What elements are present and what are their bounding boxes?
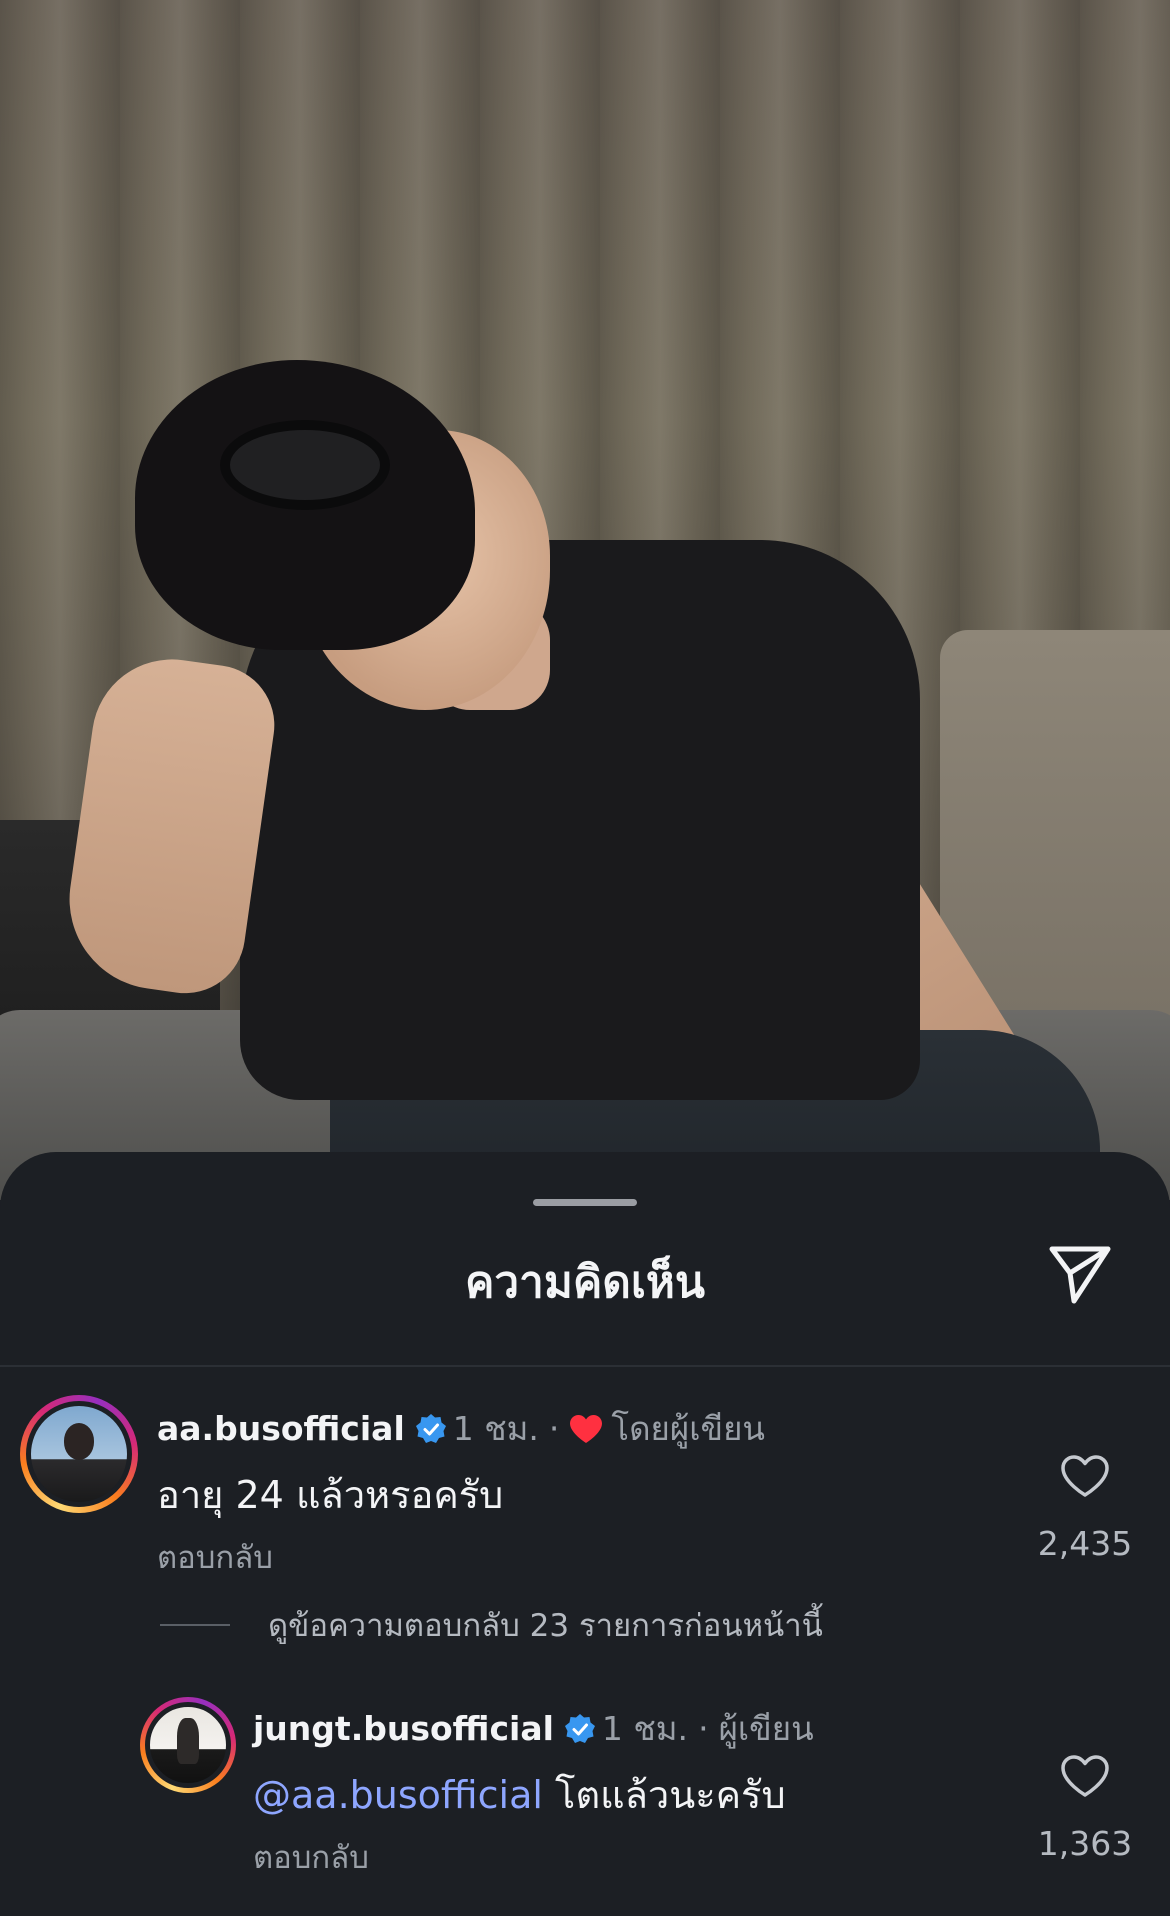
header-divider [0, 1365, 1170, 1367]
replies-thread-line [160, 1624, 230, 1626]
comments-sheet: ความคิดเห็น aa.busofficial 1 ชม. · โดยผู… [0, 1152, 1170, 1916]
like-count: 1,363 [1037, 1824, 1133, 1863]
view-previous-replies-button[interactable]: ดูข้อความตอบกลับ 23 รายการก่อนหน้านี้ [160, 1600, 823, 1650]
comment-meta: aa.busofficial 1 ชม. · โดยผู้เขียน [157, 1402, 765, 1455]
send-paper-plane-icon [1046, 1239, 1114, 1311]
comment-text: อายุ 24 แล้วหรอครับ [157, 1473, 504, 1517]
mention-link[interactable]: @aa.busofficial [253, 1773, 543, 1817]
drag-handle[interactable] [533, 1199, 637, 1206]
verified-badge-icon [564, 1713, 596, 1745]
reply-body: โตแล้วนะครับ [555, 1773, 786, 1817]
avatar-image [26, 1401, 132, 1507]
like-column: 1,363 [1025, 1754, 1145, 1863]
avatar[interactable] [140, 1697, 236, 1793]
like-column: 2,435 [1025, 1454, 1145, 1563]
reply-username[interactable]: jungt.busofficial [253, 1709, 554, 1748]
heart-outline-icon[interactable] [1025, 1454, 1145, 1502]
share-button[interactable] [1045, 1240, 1115, 1310]
post-photo [0, 0, 1170, 1200]
comment-username[interactable]: aa.busofficial [157, 1409, 405, 1448]
photo-sunglasses [220, 420, 390, 510]
reply-button[interactable]: ตอบกลับ [157, 1532, 273, 1582]
avatar-image [145, 1702, 231, 1788]
comment-time: 1 ชม. [452, 1409, 539, 1448]
heart-outline-icon[interactable] [1025, 1754, 1145, 1802]
view-replies-label: ดูข้อความตอบกลับ 23 รายการก่อนหน้านี้ [268, 1608, 823, 1644]
author-label: ผู้เขียน [718, 1709, 814, 1748]
meta-separator: · [698, 1709, 709, 1748]
meta-separator: · [548, 1409, 560, 1448]
avatar[interactable] [20, 1395, 138, 1513]
like-count: 2,435 [1037, 1524, 1133, 1563]
reply-meta: jungt.busofficial 1 ชม. · ผู้เขียน [253, 1702, 814, 1755]
reply-button[interactable]: ตอบกลับ [253, 1832, 369, 1882]
author-liked-heart-icon [569, 1414, 603, 1444]
verified-badge-icon [415, 1413, 447, 1445]
liked-by-author-label: โดยผู้เขียน [611, 1409, 765, 1448]
reply-text: @aa.busofficial โตแล้วนะครับ [253, 1764, 786, 1825]
reply-time: 1 ชม. [601, 1709, 689, 1748]
sheet-title: ความคิดเห็น [465, 1257, 705, 1308]
